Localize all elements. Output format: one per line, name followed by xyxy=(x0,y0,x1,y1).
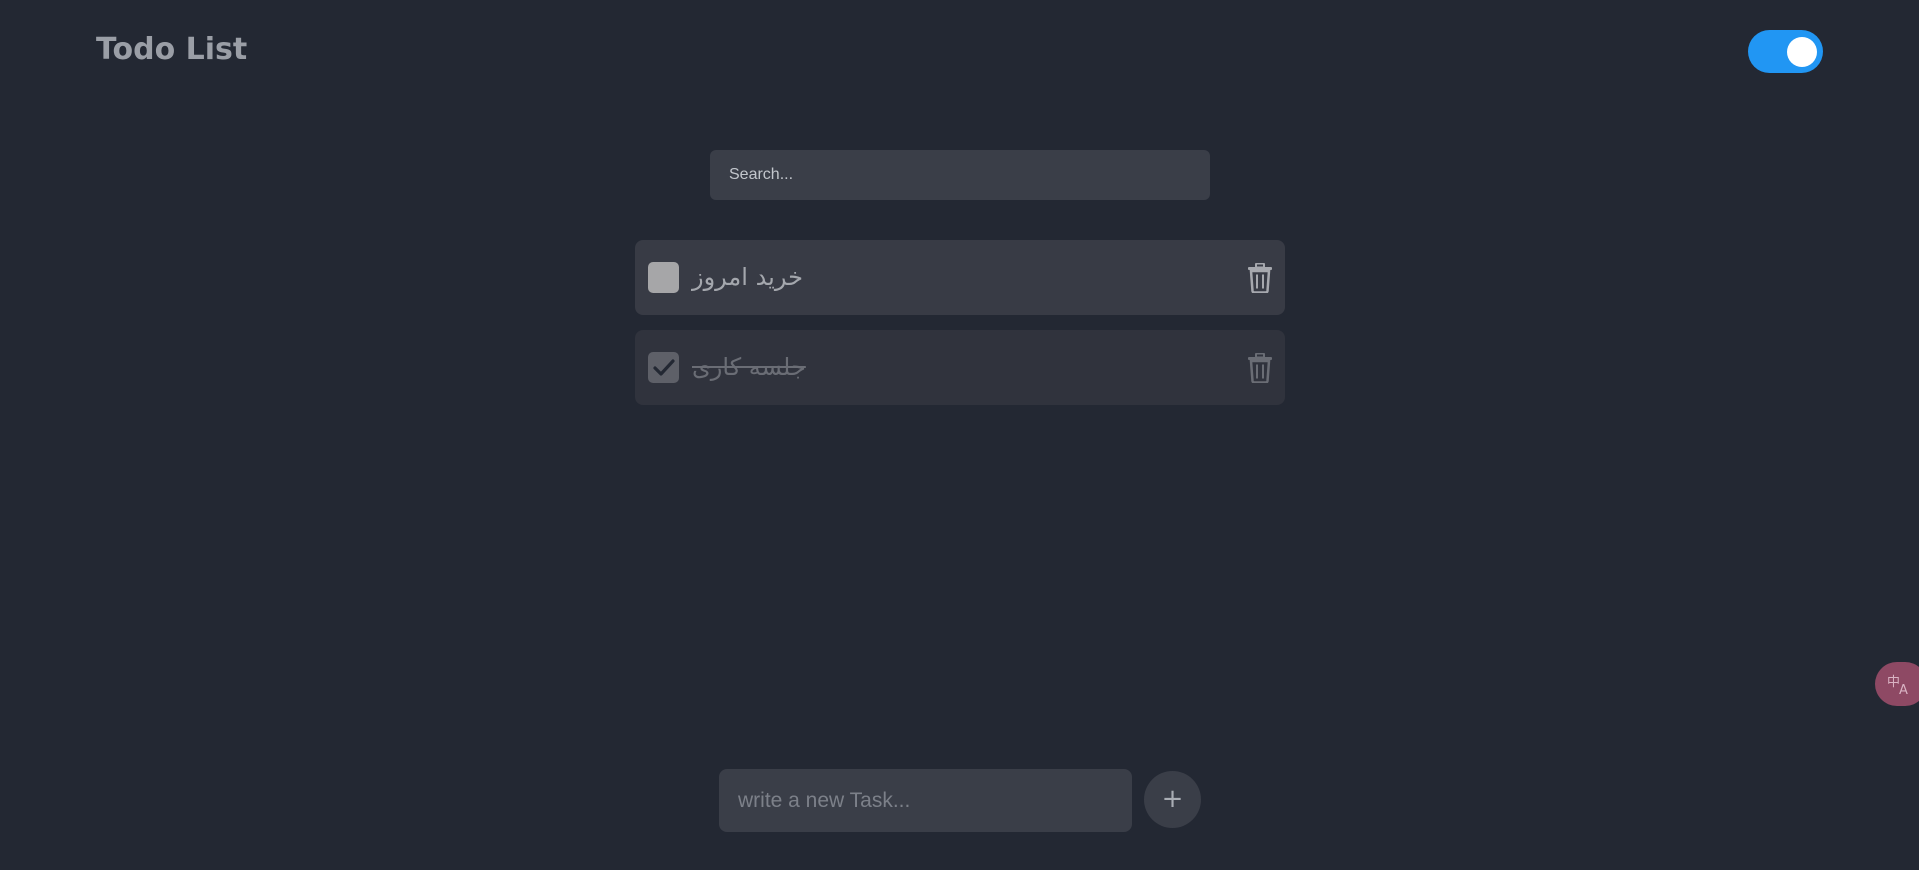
trash-icon xyxy=(1248,352,1272,384)
todo-list: خرید امروز جلسه کاری xyxy=(635,240,1285,420)
svg-text:A: A xyxy=(1899,683,1908,696)
check-icon xyxy=(652,358,675,376)
search-input[interactable] xyxy=(710,150,1210,200)
toggle-knob xyxy=(1787,37,1817,67)
todo-item: جلسه کاری xyxy=(635,330,1285,405)
translate-icon: 中 A xyxy=(1887,675,1908,696)
todo-text: خرید امروز xyxy=(692,263,803,291)
page-title: Todo List xyxy=(96,32,248,67)
add-task-button[interactable]: + xyxy=(1144,771,1201,828)
theme-toggle[interactable] xyxy=(1748,30,1823,73)
todo-checkbox[interactable] xyxy=(648,352,679,383)
translate-widget-button[interactable]: 中 A xyxy=(1875,662,1919,706)
delete-button[interactable] xyxy=(1247,352,1273,384)
todo-checkbox[interactable] xyxy=(648,262,679,293)
todo-item: خرید امروز xyxy=(635,240,1285,315)
new-task-input[interactable] xyxy=(719,769,1132,832)
todo-text: جلسه کاری xyxy=(692,353,806,381)
delete-button[interactable] xyxy=(1247,262,1273,294)
trash-icon xyxy=(1248,262,1272,294)
